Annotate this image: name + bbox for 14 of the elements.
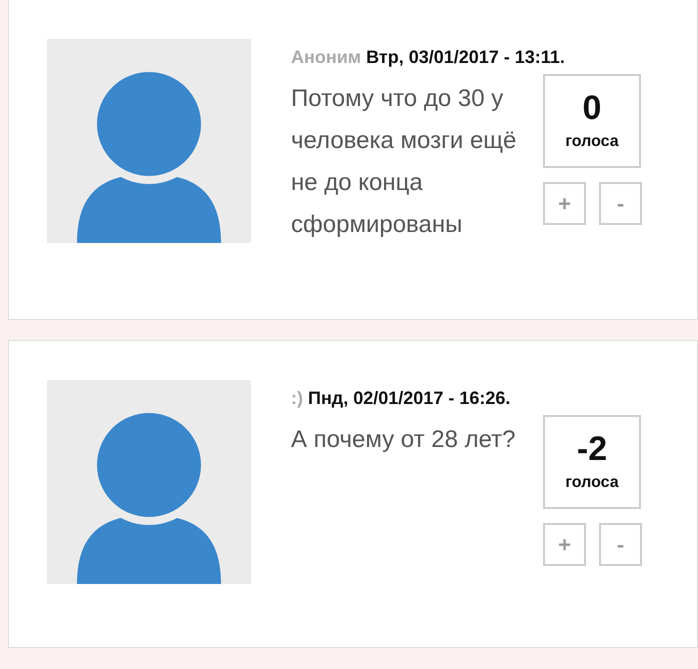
comment-text: Потому что до 30 у человека мозги ещё не до конца сформированы: [291, 84, 518, 240]
upvote-button[interactable]: +: [543, 523, 586, 566]
comment-text: А почему от 28 лет?: [291, 425, 517, 455]
comment-date: Пнд, 02/01/2017 - 16:26.: [308, 388, 510, 409]
comment-author: Аноним: [291, 47, 362, 68]
upvote-button[interactable]: +: [543, 182, 586, 225]
avatar-icon: [47, 380, 251, 584]
downvote-button[interactable]: -: [599, 523, 642, 566]
vote-count-box: 0 голоса: [543, 74, 641, 168]
avatar-icon: [47, 39, 251, 243]
comment-date: Втр, 03/01/2017 - 13:11.: [366, 47, 565, 68]
downvote-button[interactable]: -: [599, 182, 642, 225]
vote-count-box: -2 голоса: [543, 415, 641, 509]
comment-author: :): [291, 388, 303, 409]
